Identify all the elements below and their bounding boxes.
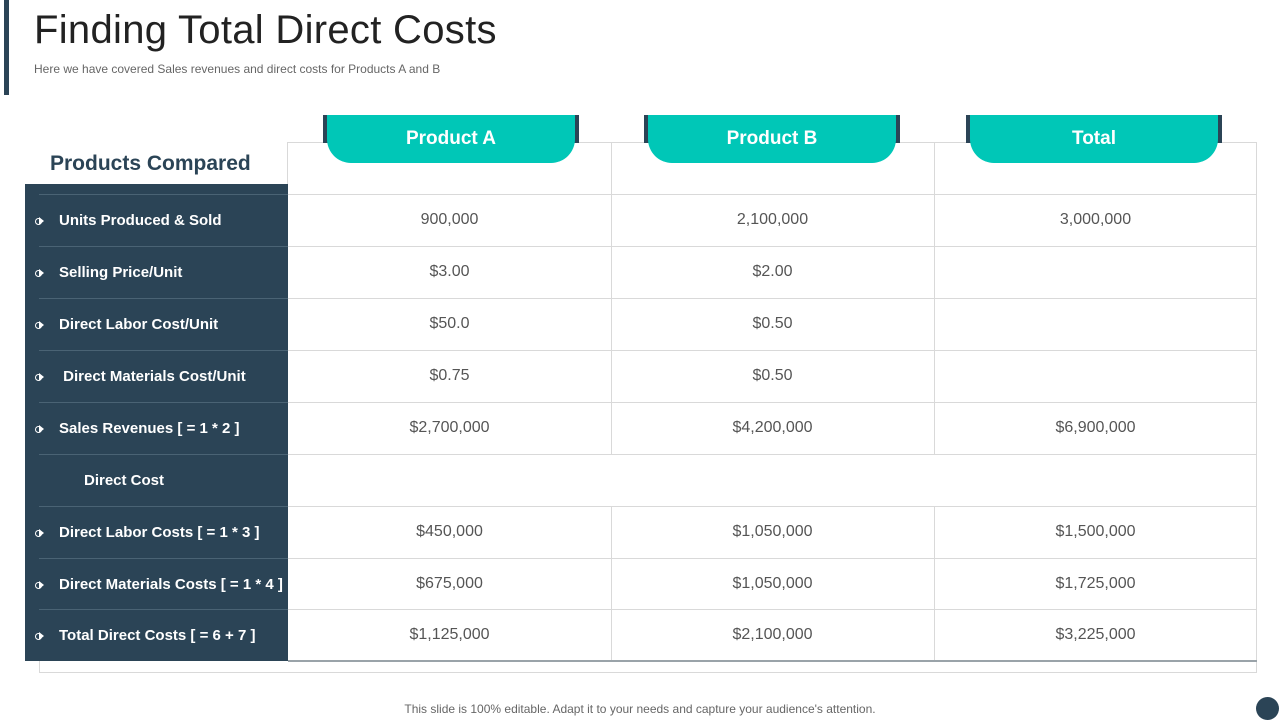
title-accent-bar <box>4 0 9 95</box>
table-cell: $50.0 <box>429 315 470 332</box>
table-cell: $0.50 <box>752 367 793 384</box>
bullet-arrow-icon <box>35 580 45 590</box>
column-header-label: Product A <box>327 115 575 163</box>
table-cell: $1,500,000 <box>1055 523 1136 540</box>
row-label-text: Sales Revenues [ = 1 * 2 ] <box>59 420 240 437</box>
table-cell: $1,125,000 <box>409 626 490 643</box>
footer-note: This slide is 100% editable. Adapt it to… <box>404 702 876 716</box>
table-cell: $1,725,000 <box>1055 575 1136 592</box>
corner-decoration <box>1256 697 1279 720</box>
bullet-arrow-icon <box>35 528 45 538</box>
corner-header-label: Products Compared <box>50 152 251 175</box>
column-header-label: Product B <box>648 115 896 163</box>
table-cell <box>934 298 1257 350</box>
slide-title: Finding Total Direct Costs <box>34 8 497 52</box>
bullet-arrow-icon <box>35 268 45 278</box>
slide-subtitle: Here we have covered Sales revenues and … <box>34 62 441 76</box>
row-label-direct-labor-cost-unit: Direct Labor Cost/Unit <box>35 298 288 350</box>
table-cell <box>934 246 1257 298</box>
column-header-product-a: Product A <box>323 115 579 163</box>
table-cell: $3.00 <box>429 263 470 280</box>
row-label-total-direct-costs: Total Direct Costs [ = 6 + 7 ] <box>35 609 288 661</box>
column-header-total: Total <box>966 115 1222 163</box>
table-cell: 3,000,000 <box>1059 211 1132 228</box>
table-cell: $4,200,000 <box>732 419 813 436</box>
row-label-selling-price: Selling Price/Unit <box>35 246 288 298</box>
row-label-direct-materials-cost-unit: Direct Materials Cost/Unit <box>35 350 288 402</box>
corner-header: Products Compared <box>39 142 288 184</box>
row-label-text: Selling Price/Unit <box>59 264 183 281</box>
row-label-text: Total Direct Costs [ = 6 + 7 ] <box>59 627 256 644</box>
table-cell: $450,000 <box>416 523 483 540</box>
row-label-direct-materials-costs: Direct Materials Costs [ = 1 * 4 ] <box>35 558 288 610</box>
row-label-text: Direct Labor Cost/Unit <box>59 316 219 333</box>
grid-line <box>288 454 1257 455</box>
row-label-direct-cost-section: Direct Cost <box>39 454 288 506</box>
row-label-text: Direct Labor Costs [ = 1 * 3 ] <box>59 524 260 541</box>
table-cell <box>934 350 1257 402</box>
table-cell: $6,900,000 <box>1055 419 1136 436</box>
table-cell: 900,000 <box>420 211 479 228</box>
table-cell: $2,100,000 <box>732 626 813 643</box>
bullet-arrow-icon <box>35 320 45 330</box>
column-header-label: Total <box>970 115 1218 163</box>
row-label-text: Units Produced & Sold <box>59 212 222 229</box>
table-cell: $1,050,000 <box>732 523 813 540</box>
table-cell: $3,225,000 <box>1055 626 1136 643</box>
bullet-arrow-icon <box>35 216 45 226</box>
row-label-text: Direct Materials Cost/Unit <box>59 368 246 385</box>
column-header-product-b: Product B <box>644 115 900 163</box>
row-label-units: Units Produced & Sold <box>35 194 288 246</box>
table-cell: 2,100,000 <box>736 211 809 228</box>
bullet-arrow-icon <box>35 424 45 434</box>
bullet-arrow-icon <box>35 372 45 382</box>
table-cell: $0.75 <box>429 367 470 384</box>
bullet-arrow-icon <box>35 631 45 641</box>
table-cell: $2.00 <box>752 263 793 280</box>
table-cell: $1,050,000 <box>732 575 813 592</box>
row-label-text: Direct Cost <box>84 472 165 489</box>
row-label-text: Direct Materials Costs [ = 1 * 4 ] <box>59 576 283 593</box>
row-label-sales-revenues: Sales Revenues [ = 1 * 2 ] <box>35 402 288 454</box>
table-cell: $0.50 <box>752 315 793 332</box>
table-cell: $675,000 <box>416 575 483 592</box>
row-label-direct-labor-costs: Direct Labor Costs [ = 1 * 3 ] <box>35 506 288 558</box>
table-cell: $2,700,000 <box>409 419 490 436</box>
